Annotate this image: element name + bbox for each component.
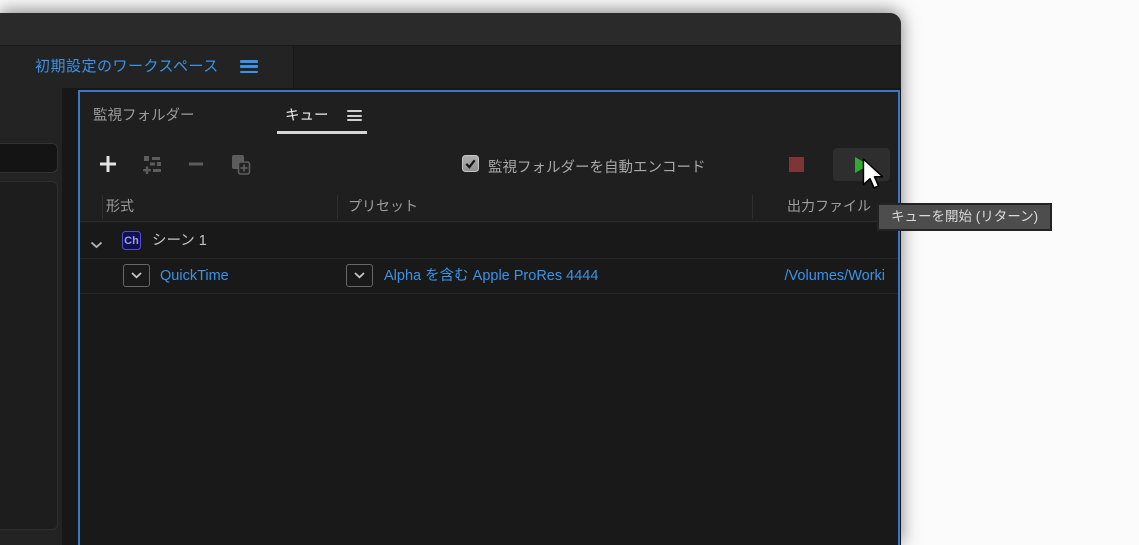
column-separator — [337, 195, 338, 219]
tab-bar-empty-area — [293, 46, 901, 88]
chevron-down-icon[interactable] — [90, 236, 103, 254]
window-title-strip — [0, 13, 901, 46]
column-header-preset: プリセット — [348, 198, 418, 214]
workspace-tab-bar: 初期設定のワークスペース — [0, 46, 901, 88]
preset-dropdown-button[interactable] — [346, 264, 373, 287]
mouse-cursor — [862, 158, 884, 189]
app-window: 初期設定のワークスペース 監視フォルダー キュー 監視フォルダーを自動エンコード… — [0, 13, 901, 545]
tab-watch-folders[interactable]: 監視フォルダー — [93, 92, 195, 140]
format-link[interactable]: QuickTime — [160, 259, 229, 294]
stop-square-icon — [788, 156, 804, 172]
character-animator-badge: Ch — [122, 231, 141, 250]
panel-hamburger-menu-icon[interactable] — [347, 110, 362, 124]
auto-encode-label[interactable]: 監視フォルダーを自動エンコード — [488, 156, 706, 177]
checkmark-icon — [465, 159, 476, 169]
add-preset-button[interactable] — [140, 152, 164, 176]
add-source-button[interactable] — [96, 152, 120, 176]
left-panel-list — [0, 181, 58, 530]
preset-link[interactable]: Alpha を含む Apple ProRes 4444 — [384, 259, 598, 294]
column-separator — [752, 195, 753, 219]
hamburger-menu-icon[interactable] — [240, 60, 258, 76]
stop-queue-button[interactable] — [784, 152, 808, 176]
preset-sliders-icon — [143, 156, 161, 174]
column-header-format: 形式 — [106, 198, 134, 214]
active-tab-underline — [277, 131, 367, 134]
duplicate-button[interactable] — [228, 152, 252, 176]
queue-panel: 監視フォルダー キュー 監視フォルダーを自動エンコード 形式 プリセット 出力フ… — [78, 90, 900, 545]
source-name: シーン 1 — [152, 233, 207, 249]
queue-rows-area: Ch シーン 1 QuickTime Alpha を含む Apple ProRe… — [80, 223, 898, 545]
column-separator — [102, 195, 103, 219]
tooltip: キューを開始 (リターン) — [877, 203, 1053, 231]
output-file-link[interactable]: /Volumes/Worki — [785, 259, 885, 294]
main-area: 監視フォルダー キュー 監視フォルダーを自動エンコード 形式 プリセット 出力フ… — [0, 88, 901, 545]
chevron-down-icon — [131, 272, 142, 279]
remove-button[interactable] — [184, 152, 208, 176]
left-panel-sliver — [0, 88, 62, 545]
queue-output-row[interactable]: QuickTime Alpha を含む Apple ProRes 4444 /V… — [80, 259, 898, 294]
column-header-row: 形式 プリセット 出力ファイル — [80, 192, 898, 222]
left-panel-field — [0, 143, 58, 173]
workspace-tab[interactable]: 初期設定のワークスペース — [0, 46, 293, 88]
workspace-title: 初期設定のワークスペース — [35, 58, 219, 75]
queue-group-row[interactable]: Ch シーン 1 — [80, 223, 898, 259]
chevron-down-icon — [354, 272, 365, 279]
column-header-output: 出力ファイル — [787, 198, 871, 214]
auto-encode-checkbox[interactable] — [462, 155, 479, 172]
format-dropdown-button[interactable] — [123, 264, 150, 287]
minus-icon — [189, 162, 203, 166]
duplicate-icon — [231, 154, 250, 175]
plus-icon — [100, 156, 116, 172]
